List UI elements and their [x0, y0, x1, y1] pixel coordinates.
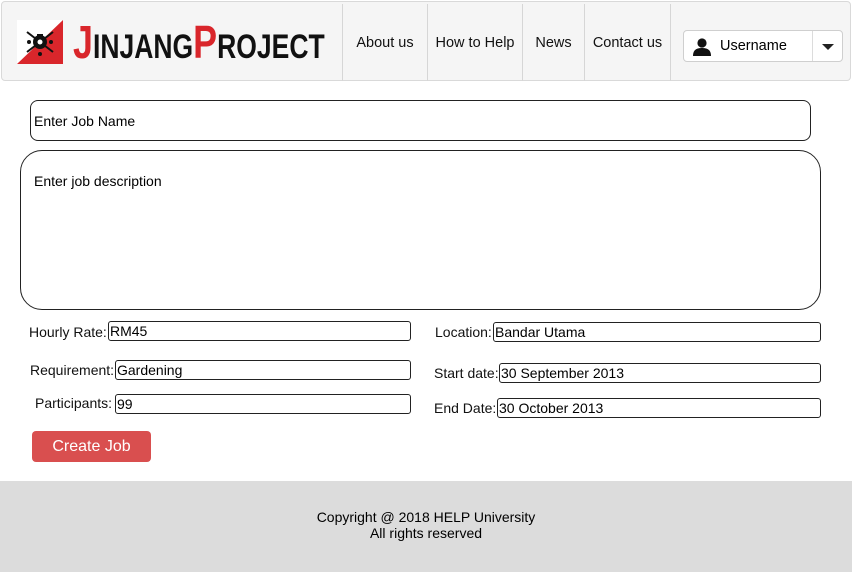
end-date-label: End Date:	[434, 400, 497, 416]
participants-label: Participants:	[35, 395, 113, 411]
nav-about-us[interactable]: About us	[343, 4, 427, 81]
footer: Copyright @ 2018 HELP University All rig…	[0, 481, 852, 572]
copyright-text: Copyright @ 2018 HELP University	[316, 509, 536, 525]
username-label: Username	[720, 38, 787, 54]
site-logo[interactable]: JINJANGPROJECT	[17, 18, 333, 66]
nav-contact-us[interactable]: Contact us	[585, 4, 670, 81]
logo-emblem-icon	[17, 20, 63, 64]
location-field[interactable]	[493, 322, 821, 342]
logo-wordmark: JINJANGPROJECT	[73, 16, 325, 68]
requirement-label: Requirement:	[30, 362, 115, 378]
start-date-label: Start date:	[434, 365, 499, 381]
navbar: JINJANGPROJECT About us How to Help News…	[1, 1, 851, 81]
location-label: Location:	[435, 324, 492, 340]
create-job-button[interactable]: Create Job	[32, 431, 151, 462]
chevron-down-icon[interactable]	[822, 44, 834, 50]
nav-news[interactable]: News	[523, 4, 584, 81]
nav-divider	[670, 4, 671, 81]
requirement-field[interactable]	[115, 360, 411, 380]
nav-how-to-help[interactable]: How to Help	[428, 4, 522, 81]
hourly-rate-label: Hourly Rate:	[29, 324, 107, 340]
end-date-field[interactable]	[497, 398, 821, 418]
start-date-field[interactable]	[499, 363, 821, 383]
dropdown-divider	[812, 31, 813, 61]
job-description-input[interactable]	[20, 150, 821, 310]
job-name-input[interactable]	[30, 100, 811, 141]
participants-field[interactable]	[115, 394, 411, 414]
user-menu-dropdown[interactable]: Username	[683, 30, 843, 62]
user-icon	[692, 37, 712, 57]
hourly-rate-field[interactable]	[108, 321, 411, 341]
rights-text: All rights reserved	[369, 525, 483, 541]
